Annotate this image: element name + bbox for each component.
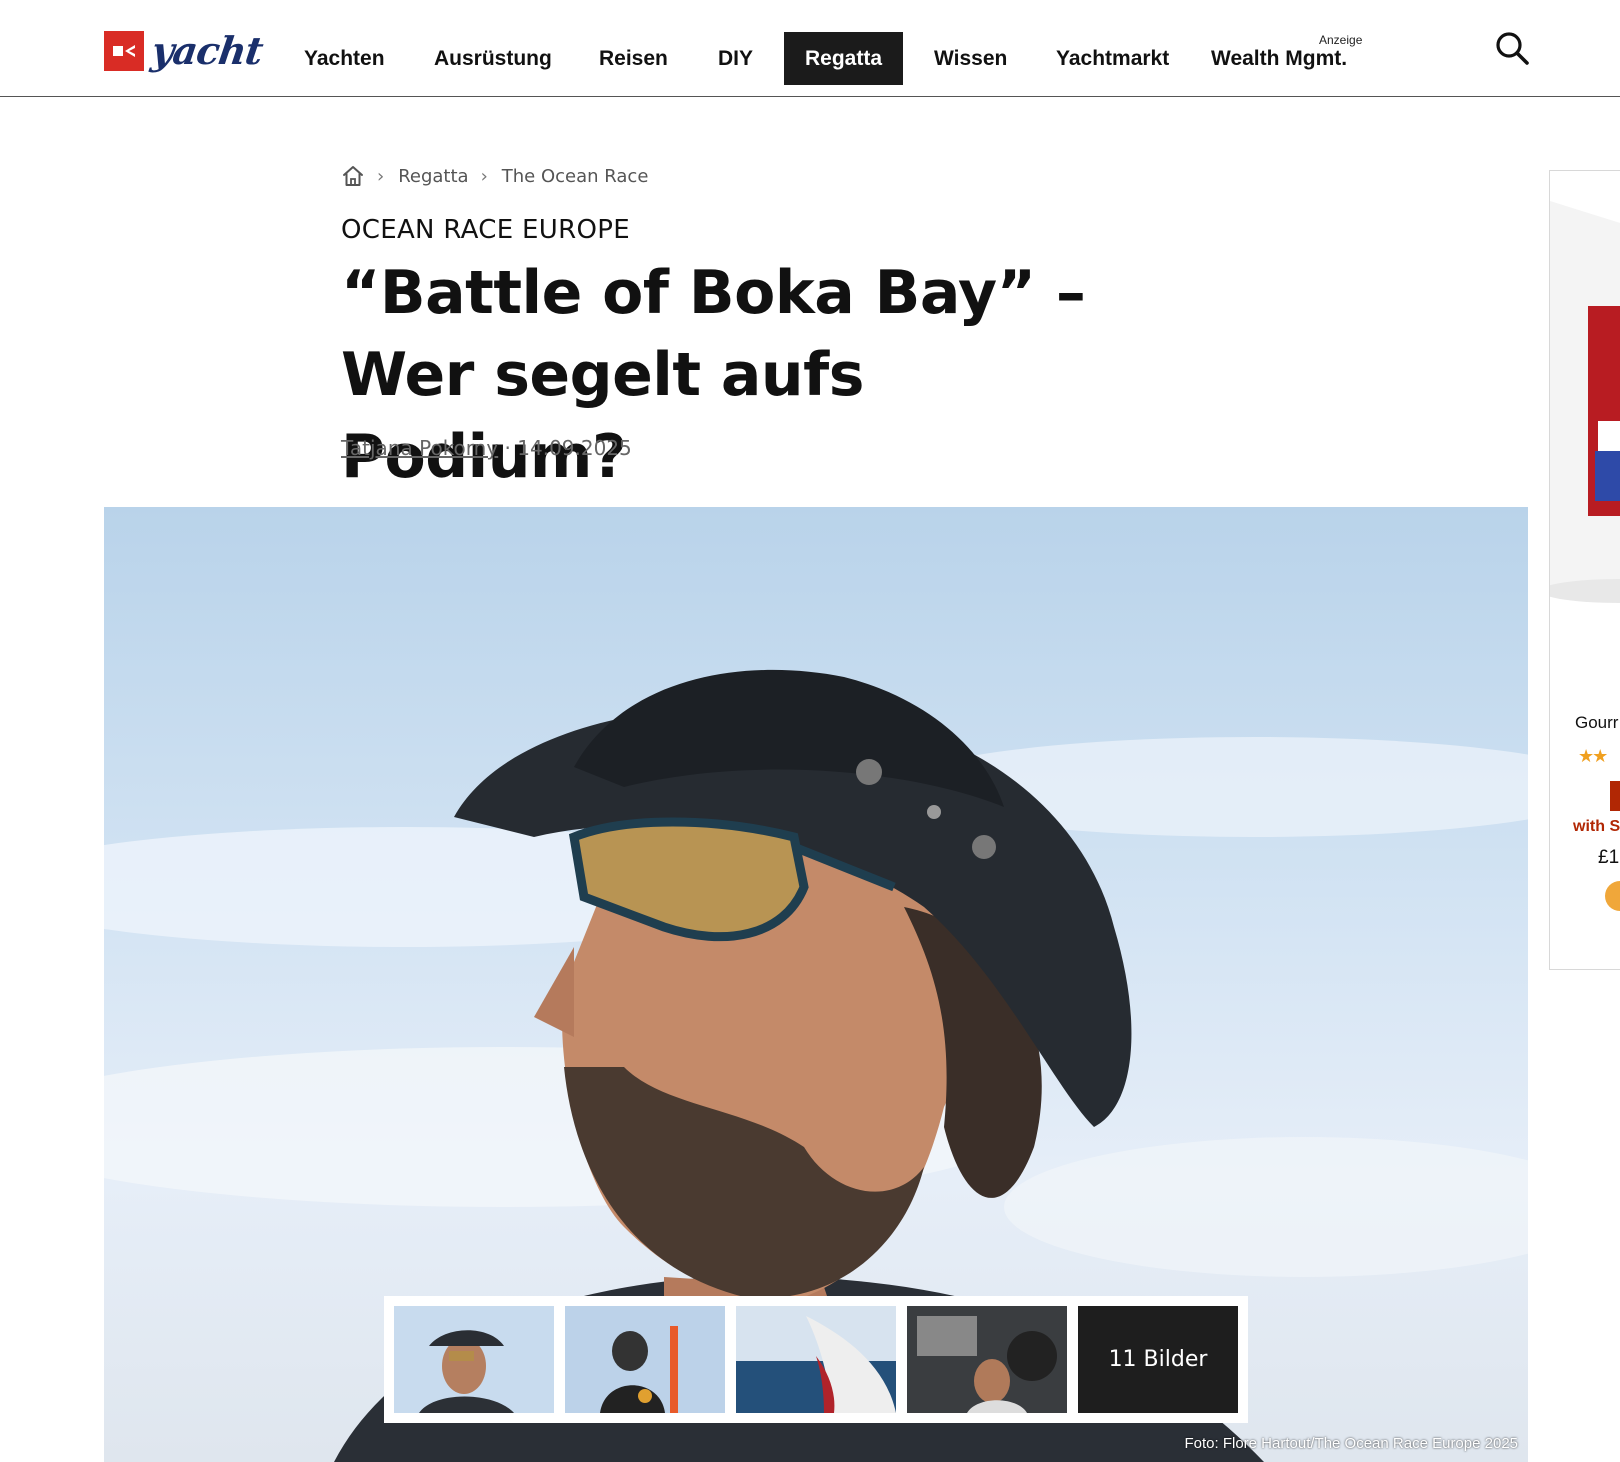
side-advertisement[interactable]: Gourr ★★ with S £1 xyxy=(1549,170,1620,970)
gallery-thumb-3[interactable] xyxy=(736,1306,896,1413)
gallery-thumb-2[interactable] xyxy=(565,1306,725,1413)
thumb-sailor-portrait xyxy=(394,1306,554,1413)
article-kicker: OCEAN RACE EUROPE xyxy=(341,215,630,245)
hero-image[interactable]: 11 Bilder Foto: Flore Hartout/The Ocean … xyxy=(104,507,1528,1462)
ad-product-image xyxy=(1550,201,1620,603)
gallery-thumb-4[interactable] xyxy=(907,1306,1067,1413)
ad-price: £1 xyxy=(1598,847,1620,868)
ad-promo-text: with S xyxy=(1573,818,1620,835)
home-icon[interactable] xyxy=(341,164,365,188)
logo-wordmark: yacht xyxy=(148,28,266,73)
article-byline: Tatjana Pokorny · 14.09.2025 xyxy=(341,436,632,460)
nav-yachtmarkt[interactable]: Yachtmarkt xyxy=(1056,32,1169,85)
breadcrumb-the-ocean-race[interactable]: The Ocean Race xyxy=(502,166,649,187)
photo-credit: Foto: Flore Hartout/The Ocean Race Europ… xyxy=(1184,1435,1518,1452)
breadcrumb-regatta[interactable]: Regatta xyxy=(398,166,468,187)
delius-klasing-badge xyxy=(104,31,144,71)
author-link[interactable]: Tatjana Pokorny xyxy=(341,436,498,460)
ad-rating-stars: ★★ xyxy=(1578,746,1608,767)
gallery-thumb-1[interactable] xyxy=(394,1306,554,1413)
breadcrumb: › Regatta › The Ocean Race xyxy=(341,162,648,190)
nav-regatta[interactable]: Regatta xyxy=(784,32,904,85)
nav-wissen[interactable]: Wissen xyxy=(934,32,1007,85)
site-logo[interactable]: yacht xyxy=(104,28,266,73)
chevron-right-icon: › xyxy=(377,165,385,187)
chevron-right-icon: › xyxy=(480,165,488,187)
thumb-sailor-back xyxy=(565,1306,725,1413)
search-icon xyxy=(1496,32,1529,65)
ad-label: Anzeige xyxy=(1319,33,1363,47)
image-gallery-strip: 11 Bilder xyxy=(384,1296,1248,1423)
publish-date: · 14.09.2025 xyxy=(504,436,632,460)
site-header: yacht Yachten Ausrüstung Reisen DIY Rega… xyxy=(0,0,1620,97)
ad-badge xyxy=(1610,781,1620,811)
nav-reisen[interactable]: Reisen xyxy=(599,32,668,85)
nav-ausruestung[interactable]: Ausrüstung xyxy=(434,32,552,85)
search-button[interactable] xyxy=(1494,30,1530,66)
ad-cta-button[interactable] xyxy=(1605,881,1620,911)
gallery-more-button[interactable]: 11 Bilder xyxy=(1078,1306,1238,1413)
nav-yachten[interactable]: Yachten xyxy=(304,32,385,85)
nav-diy[interactable]: DIY xyxy=(718,32,753,85)
thumb-sail-sea xyxy=(736,1306,896,1413)
ad-product-title: Gourr xyxy=(1575,713,1619,732)
thumb-navigation-station xyxy=(907,1306,1067,1413)
article-headline: “Battle of Boka Bay” – Wer segelt aufs P… xyxy=(341,258,1086,492)
